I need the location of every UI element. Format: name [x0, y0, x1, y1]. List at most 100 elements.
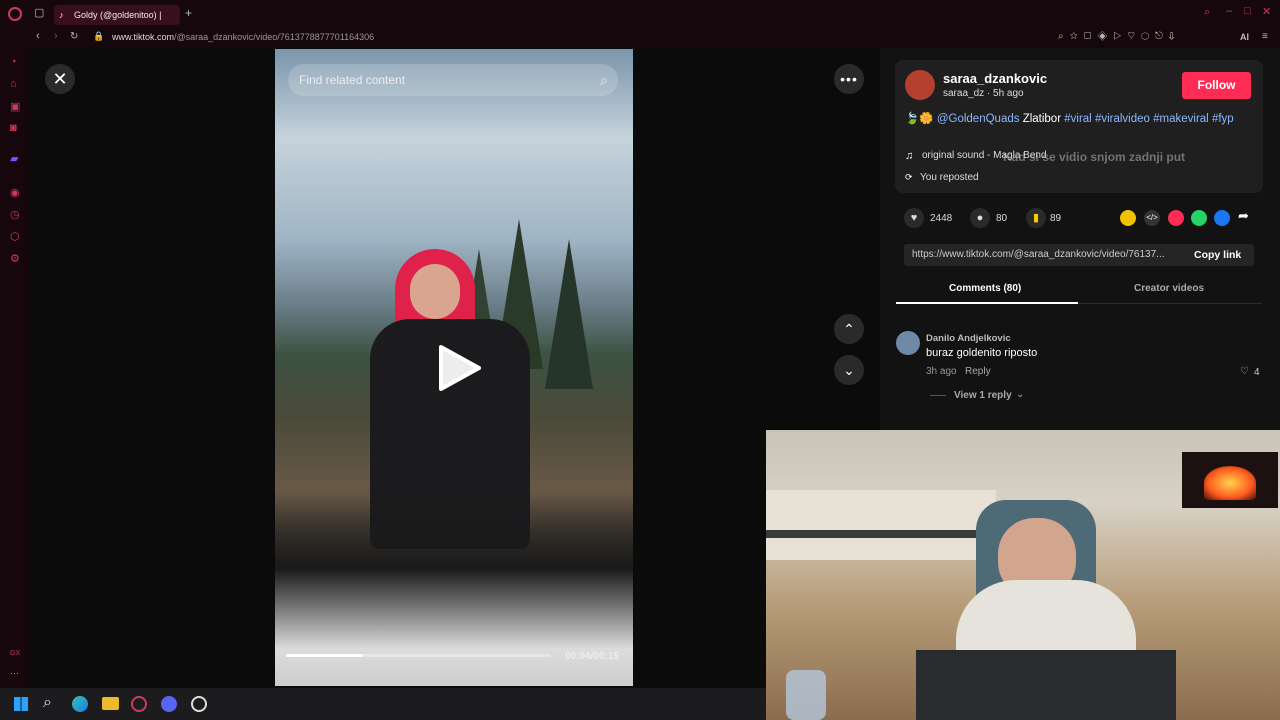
find-related-search[interactable]: Find related content ⌕	[288, 64, 618, 96]
active-tab-indicator	[896, 302, 1078, 304]
comment-text: buraz goldenito riposto	[926, 347, 1038, 359]
tab-tiktok[interactable]: ♪ Goldy (@goldenitoo) |	[54, 5, 180, 25]
search-icon[interactable]: ⌕	[43, 694, 52, 712]
search-icon[interactable]: ⌕	[1204, 6, 1210, 19]
tiktok-icon: ♪	[59, 10, 64, 20]
search-icon[interactable]: ⌕	[600, 64, 608, 96]
caption: 🍃🌼 @GoldenQuads Zlatibor #viral #viralvi…	[905, 111, 1250, 127]
comment-like-icon[interactable]: ♡	[1240, 366, 1249, 377]
back-icon[interactable]: ‹	[36, 30, 40, 42]
discord-icon[interactable]	[161, 696, 177, 712]
tab-title: Goldy (@goldenitoo) |	[74, 10, 162, 20]
news-icon[interactable]: ◙	[10, 122, 17, 134]
bookmark-icon[interactable]: ▮	[1026, 208, 1046, 228]
player-icon[interactable]: ◉	[10, 186, 20, 199]
author-username[interactable]: saraa_dzankovic	[943, 71, 1047, 86]
close-video-button[interactable]: ✕	[45, 64, 75, 94]
kitchen-counter-shape	[766, 490, 996, 560]
extensions-icon[interactable]: ⬡	[10, 230, 20, 243]
browser-sidebar: ◔ ⌂ ▣ ◙ ▰ ◉ ◷ ⬡ ⚙ GX ···	[0, 48, 30, 688]
twitch-icon[interactable]: ▰	[10, 152, 18, 165]
comment-icon[interactable]: ●	[970, 208, 990, 228]
more-icon[interactable]: ···	[10, 668, 19, 678]
caption-tag[interactable]: #makeviral	[1153, 113, 1209, 125]
repost-icon: ⟳	[905, 172, 913, 182]
messenger-icon[interactable]: ▣	[10, 100, 20, 113]
new-tab-icon[interactable]: +	[185, 6, 192, 20]
settings-icon[interactable]: ⚙	[10, 252, 20, 265]
edge-icon[interactable]	[72, 696, 88, 712]
like-icon[interactable]: ♥	[904, 208, 924, 228]
caption-tag[interactable]: #viralvideo	[1095, 113, 1150, 125]
address-bar: ‹ › ↻ 🔒 www.tiktok.com/@saraa_dzankovic/…	[0, 28, 1280, 48]
share-arrow-icon[interactable]: ➦	[1238, 208, 1249, 224]
likes-count: 2448	[930, 213, 953, 224]
tab-creator-videos[interactable]: Creator videos	[1134, 283, 1204, 294]
author-handle-time: saraa_dz · 5h ago	[943, 88, 1024, 99]
share-link-url: https://www.tiktok.com/@saraa_dzankovic/…	[912, 249, 1165, 260]
fireplace-shape	[1204, 466, 1256, 500]
maximize-icon[interactable]: □	[1244, 5, 1251, 17]
gx-label: GX	[10, 650, 21, 657]
saves-count: 89	[1050, 213, 1062, 224]
tab-list-icon[interactable]: ▢	[34, 6, 44, 19]
opera-gx-icon[interactable]	[131, 696, 147, 712]
speed-dial-icon[interactable]: ◔	[10, 56, 17, 68]
more-options-button[interactable]: •••	[834, 64, 864, 94]
chevron-down-icon: ⌄	[1016, 389, 1025, 400]
video-progress-fill	[286, 654, 363, 657]
windows-start-icon[interactable]	[14, 697, 28, 711]
ai-button[interactable]: AI	[1240, 32, 1249, 42]
send-icon[interactable]	[1168, 210, 1184, 226]
reload-icon[interactable]: ↻	[70, 31, 78, 42]
url-field[interactable]: www.tiktok.com/@saraa_dzankovic/video/76…	[112, 32, 374, 42]
whatsapp-icon[interactable]	[1191, 210, 1207, 226]
minimize-icon[interactable]: –	[1226, 5, 1232, 17]
facebook-icon[interactable]	[1214, 210, 1230, 226]
file-explorer-icon[interactable]	[102, 697, 119, 710]
tree-shape	[545, 239, 593, 389]
app-icon[interactable]	[191, 696, 207, 712]
copy-link-button[interactable]: Copy link	[1194, 249, 1241, 261]
comments-count: 80	[996, 213, 1008, 224]
tab-comments[interactable]: Comments (80)	[949, 283, 1021, 294]
menu-icon[interactable]: ≡	[1262, 31, 1268, 42]
home-icon[interactable]: ⌂	[10, 78, 17, 90]
caption-tag[interactable]: #viral	[1064, 113, 1091, 125]
opera-logo-icon[interactable]	[8, 7, 22, 21]
caption-mention[interactable]: @GoldenQuads	[937, 113, 1020, 125]
coin-share-icon[interactable]	[1120, 210, 1136, 226]
tv-shape	[1182, 452, 1278, 508]
play-icon[interactable]	[435, 345, 481, 391]
comment-like-count: 4	[1254, 367, 1260, 378]
replies-line	[930, 395, 946, 396]
view-replies-button[interactable]: View 1 reply	[954, 390, 1012, 401]
prev-video-button[interactable]: ⌃	[834, 314, 864, 344]
comment-avatar[interactable]	[896, 331, 920, 355]
comment-reply-button[interactable]: Reply	[965, 366, 991, 377]
next-video-button[interactable]: ⌄	[834, 355, 864, 385]
url-path: /@saraa_dzankovic/video/7613778877701164…	[174, 32, 375, 42]
comment-time: 3h ago	[926, 366, 957, 377]
follow-button[interactable]: Follow	[1182, 72, 1251, 99]
embed-icon[interactable]: </>	[1144, 210, 1160, 226]
forward-icon[interactable]: ›	[54, 30, 58, 42]
lock-icon: 🔒	[93, 31, 105, 41]
toolbar-icons[interactable]: ⌕☆▢◈▷♡⬡⎋⇩	[1058, 31, 1181, 42]
counter-top-shape	[766, 530, 1006, 538]
history-icon[interactable]: ◷	[10, 208, 20, 221]
caption-emoji: 🍃🌼	[905, 113, 934, 125]
caption-place: Zlatibor	[1022, 113, 1062, 125]
avatar[interactable]	[905, 70, 935, 100]
video-progress-bar[interactable]	[286, 654, 551, 657]
taskbar: ⌕	[0, 688, 766, 720]
search-placeholder: Find related content	[299, 73, 406, 87]
webcam-overlay	[766, 430, 1280, 720]
music-note-icon: ♫	[905, 150, 914, 162]
url-host: www.tiktok.com	[112, 32, 175, 42]
desk-shape	[916, 650, 1176, 720]
face-shape	[410, 264, 460, 319]
comment-author[interactable]: Danilo Andjelkovic	[926, 333, 1011, 344]
close-window-icon[interactable]: ✕	[1262, 5, 1271, 18]
caption-tag[interactable]: #fyp	[1212, 113, 1234, 125]
